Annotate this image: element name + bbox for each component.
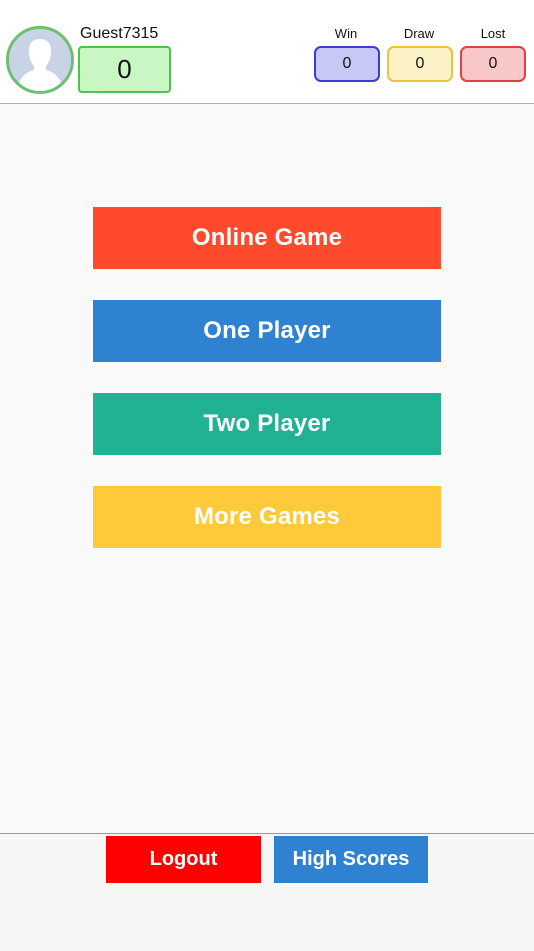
footer-bar [0, 833, 534, 951]
win-count: 0 [314, 46, 380, 82]
lost-label: Lost [480, 26, 506, 41]
more-games-button[interactable]: More Games [93, 486, 441, 548]
two-player-button[interactable]: Two Player [93, 393, 441, 455]
person-silhouette-icon [9, 29, 71, 91]
avatar[interactable] [6, 26, 74, 94]
score-display: 0 [78, 46, 171, 93]
one-player-button[interactable]: One Player [93, 300, 441, 362]
win-label: Win [334, 26, 358, 41]
online-game-button[interactable]: Online Game [93, 207, 441, 269]
draw-label: Draw [403, 26, 435, 41]
high-scores-button[interactable]: High Scores [274, 836, 428, 883]
draw-count: 0 [387, 46, 453, 82]
logout-button[interactable]: Logout [106, 836, 261, 883]
username: Guest7315 [80, 25, 159, 42]
lost-count: 0 [460, 46, 526, 82]
